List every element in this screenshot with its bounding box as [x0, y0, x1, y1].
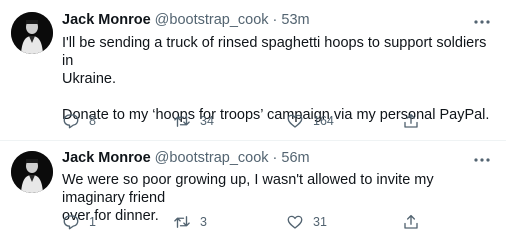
reply-icon	[63, 114, 79, 129]
author-name[interactable]: Jack Monroe	[62, 150, 151, 166]
separator-dot: ·	[272, 150, 278, 166]
like-button[interactable]: 31	[286, 212, 327, 232]
heart-icon	[287, 114, 303, 128]
share-button[interactable]	[402, 212, 420, 232]
more-horizontal-icon	[474, 158, 490, 162]
more-options-button[interactable]	[472, 15, 492, 29]
retweet-button[interactable]: 34	[173, 111, 214, 131]
more-options-button[interactable]	[472, 153, 492, 167]
share-icon	[404, 214, 418, 229]
tweet-actions: 8 34 164	[62, 111, 492, 131]
retweet-button[interactable]: 3	[173, 212, 207, 232]
tweet-actions: 1 3 31	[62, 212, 492, 232]
tweet-time[interactable]: 56m	[281, 150, 309, 166]
tweet-text-line: We were so poor growing up, I wasn't all…	[62, 172, 434, 206]
avatar-image	[11, 151, 53, 193]
like-count: 164	[313, 114, 334, 128]
retweet-count: 3	[200, 215, 207, 229]
tweet-header: Jack Monroe @bootstrap_cook · 56m	[62, 150, 310, 170]
avatar-image	[11, 12, 53, 54]
heart-icon	[287, 215, 303, 229]
tweet[interactable]: Jack Monroe @bootstrap_cook · 53m I'll b…	[0, 0, 506, 141]
more-horizontal-icon	[474, 20, 490, 24]
reply-button[interactable]: 8	[62, 111, 96, 131]
tweet-text-line: Ukraine.	[62, 71, 116, 87]
share-button[interactable]	[402, 111, 420, 131]
retweet-count: 34	[200, 114, 214, 128]
reply-count: 1	[89, 215, 96, 229]
tweet-header: Jack Monroe @bootstrap_cook · 53m	[62, 12, 310, 32]
share-icon	[404, 113, 418, 128]
reply-count: 8	[89, 114, 96, 128]
avatar[interactable]	[11, 12, 53, 54]
author-handle[interactable]: @bootstrap_cook	[155, 150, 269, 166]
tweet-text-line: I'll be sending a truck of rinsed spaghe…	[62, 35, 487, 69]
avatar[interactable]	[11, 151, 53, 193]
separator-dot: ·	[272, 12, 278, 28]
reply-icon	[63, 215, 79, 230]
author-handle[interactable]: @bootstrap_cook	[155, 12, 269, 28]
like-count: 31	[313, 215, 327, 229]
reply-button[interactable]: 1	[62, 212, 96, 232]
retweet-icon	[174, 216, 190, 228]
like-button[interactable]: 164	[286, 111, 334, 131]
author-name[interactable]: Jack Monroe	[62, 12, 151, 28]
tweet[interactable]: Jack Monroe @bootstrap_cook · 56m We wer…	[0, 141, 506, 240]
tweet-time[interactable]: 53m	[281, 12, 309, 28]
retweet-icon	[174, 115, 190, 127]
